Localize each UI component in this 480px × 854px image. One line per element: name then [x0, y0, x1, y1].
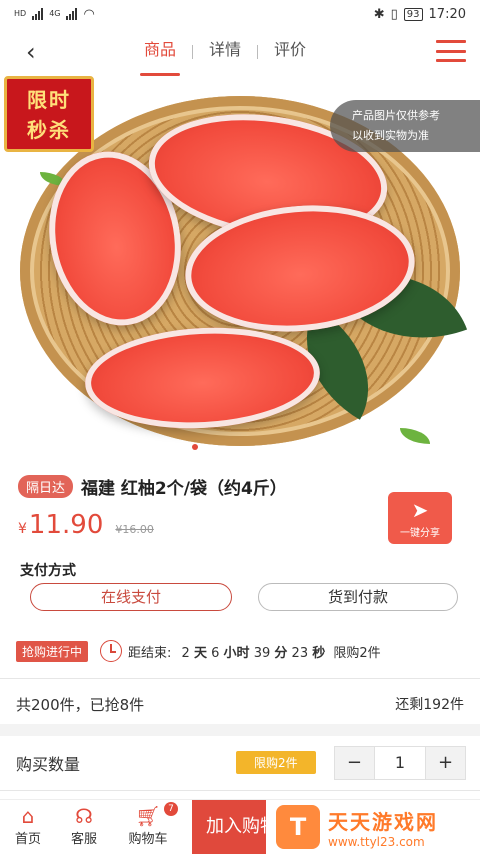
chevron-left-icon[interactable]: ‹: [26, 38, 50, 66]
tab-bar: 商品 详情 评价: [128, 28, 322, 76]
pay-on-delivery-button[interactable]: 货到付款: [258, 583, 458, 611]
cart-label: 购物车: [128, 832, 168, 847]
purchase-limit-badge: 限购2件: [236, 751, 316, 774]
clock-icon: [100, 640, 123, 662]
increment-button[interactable]: +: [426, 747, 465, 779]
current-price: 11.90: [28, 510, 104, 540]
countdown-seconds: 23: [291, 645, 309, 661]
watermark: T 天天游戏网 www.ttyl23.com: [276, 805, 438, 849]
service-label: 客服: [70, 832, 97, 847]
price-row: ¥ 11.90 ¥16.00: [18, 510, 154, 540]
disclaimer-line1: 产品图片仅供参考: [352, 109, 440, 122]
share-button[interactable]: ➤ 一键分享: [388, 492, 452, 544]
status-left: HD 4G ◠: [14, 7, 95, 22]
flash-sale-badge: 限时 秒杀: [4, 76, 94, 152]
quantity-input[interactable]: 1: [373, 747, 427, 779]
divider: [0, 790, 480, 791]
wifi-icon: ◠: [83, 6, 95, 22]
home-label: 首页: [14, 832, 41, 847]
network-tag-1: HD: [14, 9, 27, 18]
countdown-seconds-unit: 秒: [312, 645, 326, 661]
original-price: ¥16.00: [115, 523, 154, 536]
stock-row: 共200件，已抢8件 还剩192件: [16, 694, 464, 715]
section-gap: [0, 724, 480, 736]
countdown-text: 距结束: 2 天 6 小时 39 分 23 秒 限购2件: [128, 642, 381, 661]
home-icon: ⌂: [21, 804, 35, 828]
currency-symbol: ¥: [18, 521, 27, 537]
battery-icon: 93: [403, 7, 423, 21]
signal-icon: [32, 8, 44, 20]
tab-details[interactable]: 详情: [193, 28, 257, 76]
payment-label: 支付方式: [20, 563, 76, 579]
quantity-stepper: − 1 +: [334, 746, 466, 780]
countdown-days: 2: [181, 645, 190, 661]
countdown-minutes: 39: [253, 645, 271, 661]
divider: [0, 678, 480, 679]
clock-time: 17:20: [428, 6, 466, 22]
bluetooth-icon: ✱: [373, 6, 385, 22]
remaining-count: 还剩192件: [395, 697, 464, 713]
bottom-bar: ⌂ 首页 ☊ 客服 🛒︎ 7 购物车 加入购物车 T 天天游戏网 www.tty…: [0, 799, 480, 854]
add-to-cart-button[interactable]: 加入购物车: [192, 800, 266, 854]
watermark-url: www.ttyl23.com: [328, 834, 425, 849]
paper-plane-icon: ➤: [411, 498, 429, 522]
rush-status-badge: 抢购进行中: [16, 640, 89, 662]
countdown-hours: 6: [211, 645, 220, 661]
flash-sale-line2: 秒杀: [27, 118, 71, 142]
pay-online-button[interactable]: 在线支付: [30, 583, 232, 611]
customer-service-button[interactable]: ☊ 客服: [56, 800, 112, 853]
delivery-badge: 隔日达: [18, 475, 74, 498]
countdown-days-unit: 天: [193, 645, 207, 661]
home-button[interactable]: ⌂ 首页: [0, 800, 56, 853]
product-title: 福建 红柚2个/袋（约4斤）: [81, 479, 287, 499]
quantity-label: 购买数量: [16, 755, 81, 774]
countdown-limit: 限购2件: [333, 645, 381, 661]
watermark-logo: T: [276, 805, 320, 849]
vibrate-icon: ▯: [390, 6, 398, 22]
countdown-row: 抢购进行中 距结束: 2 天 6 小时 39 分 23 秒 限购2件: [16, 640, 466, 662]
headset-icon: ☊: [75, 804, 93, 828]
hamburger-icon[interactable]: [436, 40, 466, 62]
cart-count-badge: 7: [164, 802, 178, 816]
image-disclaimer: 产品图片仅供参考 以收到实物为准: [330, 100, 480, 152]
countdown-minutes-unit: 分: [274, 645, 288, 661]
flash-sale-line1: 限时: [27, 88, 71, 112]
tab-reviews[interactable]: 评价: [258, 28, 322, 76]
disclaimer-line2: 以收到实物为准: [352, 129, 429, 142]
decrement-button[interactable]: −: [335, 747, 374, 779]
tab-product[interactable]: 商品: [128, 28, 192, 76]
watermark-text: 天天游戏网 www.ttyl23.com: [328, 806, 438, 849]
status-right: ✱ ▯ 93 17:20: [374, 7, 466, 22]
product-title-row: 隔日达 福建 红柚2个/袋（约4斤）: [18, 474, 287, 499]
watermark-name: 天天游戏网: [328, 809, 438, 834]
countdown-prefix: 距结束:: [128, 645, 172, 661]
cart-button[interactable]: 🛒︎ 7 购物车: [112, 800, 184, 853]
share-label: 一键分享: [400, 528, 440, 539]
top-nav: ‹ 商品 详情 评价: [0, 28, 480, 76]
status-bar: HD 4G ◠ ✱ ▯ 93 17:20: [0, 0, 480, 28]
quantity-row: 购买数量 限购2件 − 1 +: [16, 746, 466, 780]
carousel-dot: [192, 444, 198, 450]
leaf-image: [400, 428, 430, 444]
countdown-hours-unit: 小时: [223, 645, 250, 661]
network-tag-2: 4G: [49, 9, 61, 18]
signal-icon-2: [66, 8, 78, 20]
sold-count: 共200件，已抢8件: [16, 696, 145, 714]
carousel-indicator: [192, 444, 198, 450]
